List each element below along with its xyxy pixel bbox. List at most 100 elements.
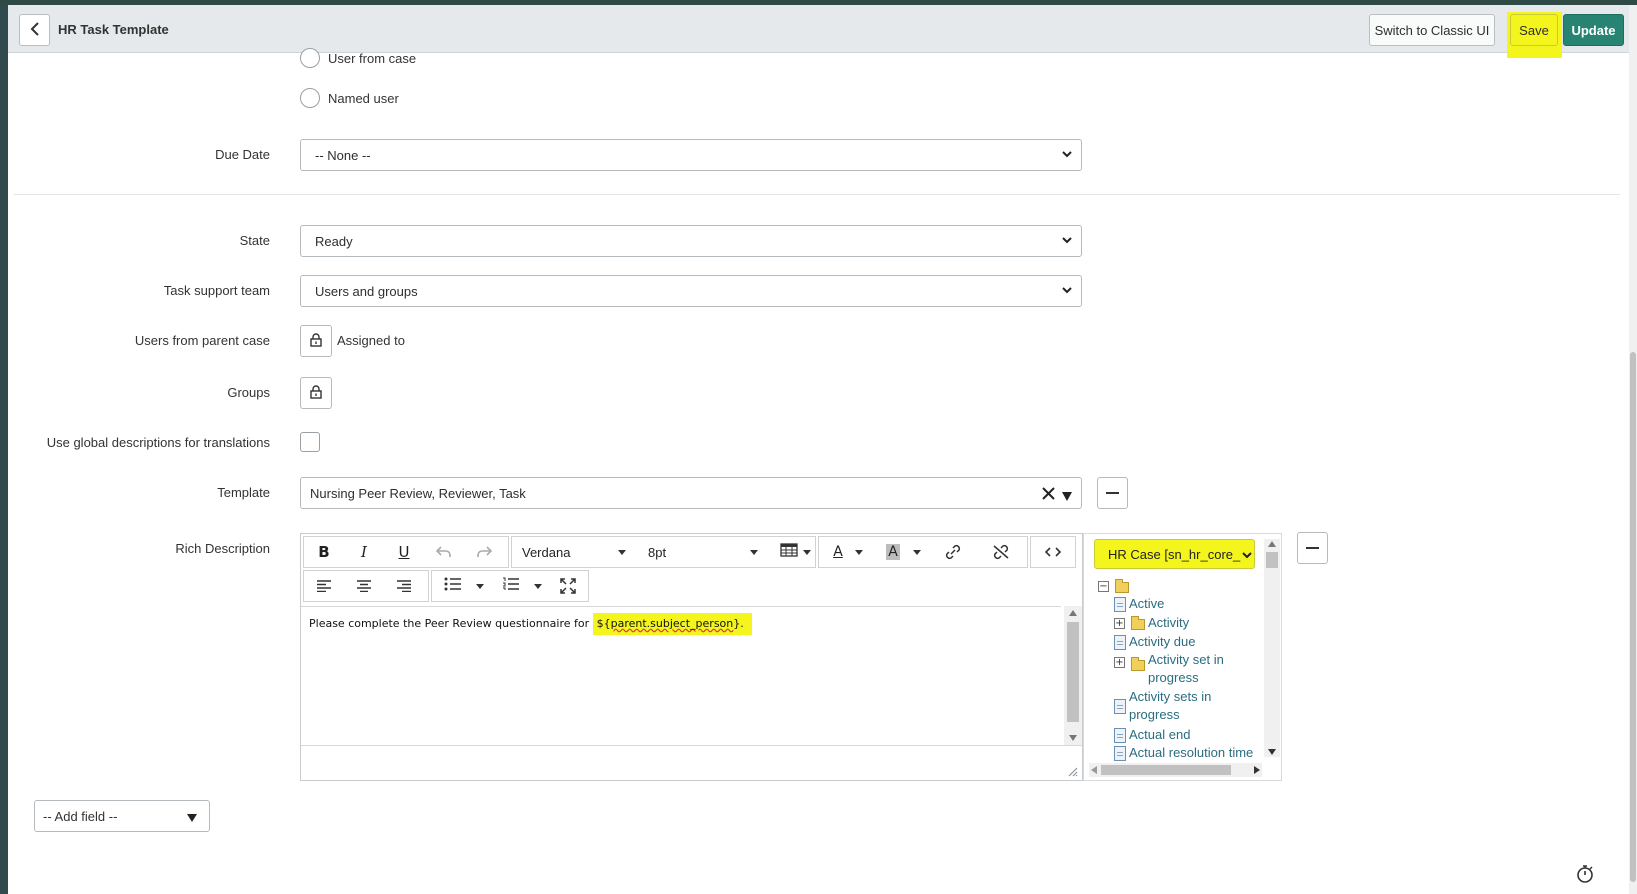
chevron-down-icon xyxy=(1061,284,1073,299)
tree-item-activity-set-in-progress[interactable]: + Activity set in progress xyxy=(1114,651,1254,687)
tree-item-label: Actual end xyxy=(1129,727,1191,742)
italic-button[interactable]: I xyxy=(344,537,384,567)
state-label: State xyxy=(239,233,270,248)
font-size-value: 8pt xyxy=(648,544,667,560)
align-center-icon[interactable] xyxy=(344,571,384,601)
page-title: HR Task Template xyxy=(58,22,169,37)
switch-to-classic-button[interactable]: Switch to Classic UI xyxy=(1369,14,1495,46)
dropdown-triangle-icon[interactable] xyxy=(1062,489,1072,504)
source-code-icon[interactable] xyxy=(1031,537,1075,567)
picker-vertical-scrollbar-thumb[interactable] xyxy=(1266,552,1278,568)
users-from-parent-case-lock-button[interactable] xyxy=(300,325,332,357)
scroll-left-icon[interactable] xyxy=(1091,766,1097,774)
redo-icon[interactable] xyxy=(464,537,504,567)
due-date-select[interactable]: -- None -- xyxy=(300,139,1082,171)
align-right-icon[interactable] xyxy=(384,571,424,601)
expand-icon[interactable]: + xyxy=(1114,618,1125,629)
field-picker: HR Case [sn_hr_core_ − Active + Activity… xyxy=(1083,533,1282,781)
scroll-down-icon[interactable] xyxy=(1268,749,1276,755)
background-color-icon: A xyxy=(886,544,900,560)
table-select[interactable]: HR Case [sn_hr_core_ xyxy=(1094,539,1255,569)
table-button[interactable] xyxy=(764,537,814,567)
back-button[interactable] xyxy=(19,14,50,46)
chevron-left-icon xyxy=(30,21,40,39)
use-global-descriptions-checkbox[interactable] xyxy=(300,432,320,452)
groups-lock-button[interactable] xyxy=(300,377,332,409)
picker-horizontal-scrollbar-thumb[interactable] xyxy=(1101,765,1231,775)
task-support-team-label: Task support team xyxy=(163,283,270,298)
template-collapse-button[interactable] xyxy=(1097,477,1128,509)
bullet-list-button[interactable] xyxy=(432,571,490,601)
radio-user-from-case[interactable]: User from case xyxy=(300,48,416,68)
clear-icon[interactable] xyxy=(1042,487,1055,503)
stopwatch-icon[interactable] xyxy=(1576,864,1594,887)
add-field-select[interactable]: -- Add field -- xyxy=(34,800,210,832)
rich-description-collapse-button[interactable] xyxy=(1297,532,1328,564)
save-button[interactable]: Save xyxy=(1510,14,1558,46)
font-family-select[interactable]: Verdana xyxy=(512,537,638,567)
rich-text-editor[interactable]: B I U Verdana 8pt A A Please complete th… xyxy=(300,533,1083,781)
scroll-up-icon[interactable] xyxy=(1069,610,1077,616)
tree-item-activity-sets-in-progress[interactable]: Activity sets in progress xyxy=(1114,688,1254,724)
token-prefix: ${ xyxy=(596,617,611,630)
folder-icon xyxy=(1131,657,1145,671)
tree-item-active[interactable]: Active xyxy=(1114,595,1164,613)
task-support-team-select[interactable]: Users and groups xyxy=(300,275,1082,307)
font-size-select[interactable]: 8pt xyxy=(638,537,764,567)
editor-scrollbar-thumb[interactable] xyxy=(1067,622,1079,722)
chevron-down-icon xyxy=(1241,549,1253,564)
align-left-icon[interactable] xyxy=(304,571,344,601)
scroll-down-icon[interactable] xyxy=(1069,735,1077,741)
use-global-descriptions-label: Use global descriptions for translations xyxy=(46,435,270,450)
bold-button[interactable]: B xyxy=(304,537,344,567)
tree-item-activity-due[interactable]: Activity due xyxy=(1114,633,1195,651)
tree-item-label: Activity sets in progress xyxy=(1129,689,1212,722)
radio-named-user[interactable]: Named user xyxy=(300,88,399,108)
link-icon[interactable] xyxy=(929,537,977,567)
format-group: B I U xyxy=(303,536,509,568)
numbered-list-button[interactable] xyxy=(490,571,548,601)
form-header: HR Task Template Switch to Classic UI Sa… xyxy=(8,5,1629,58)
field-icon xyxy=(1114,746,1126,761)
expand-icon[interactable]: + xyxy=(1114,657,1125,668)
tree-item-actual-end[interactable]: Actual end xyxy=(1114,726,1190,744)
update-button[interactable]: Update xyxy=(1563,14,1624,46)
list-group xyxy=(431,570,589,602)
template-field[interactable]: Nursing Peer Review, Reviewer, Task xyxy=(300,477,1082,509)
editor-statusbar xyxy=(301,745,1082,780)
state-select[interactable]: Ready xyxy=(300,225,1082,257)
caret-down-icon xyxy=(618,550,626,555)
collapse-icon[interactable]: − xyxy=(1098,581,1109,592)
due-date-value: -- None -- xyxy=(315,147,371,163)
editor-content: Please complete the Peer Review question… xyxy=(309,613,752,635)
picker-vertical-scrollbar[interactable] xyxy=(1264,539,1280,757)
radio-button[interactable] xyxy=(300,48,320,68)
token-suffix: }. xyxy=(733,617,744,630)
radio-button[interactable] xyxy=(300,88,320,108)
table-icon xyxy=(780,543,798,561)
lock-icon xyxy=(310,332,322,350)
scroll-up-icon[interactable] xyxy=(1268,541,1276,547)
editor-body[interactable]: Please complete the Peer Review question… xyxy=(301,606,1061,745)
resize-handle-icon[interactable] xyxy=(1068,767,1078,777)
color-link-group: A A xyxy=(818,536,1028,568)
fullscreen-icon[interactable] xyxy=(548,571,588,601)
due-date-label: Due Date xyxy=(215,147,270,162)
table-select-value: HR Case [sn_hr_core_ xyxy=(1108,546,1241,562)
content-text: Please complete the Peer Review question… xyxy=(309,617,593,630)
unlink-icon[interactable] xyxy=(977,537,1025,567)
caret-down-icon xyxy=(913,550,921,555)
minus-icon xyxy=(1306,547,1319,549)
scroll-right-icon[interactable] xyxy=(1254,766,1260,774)
underline-button[interactable]: U xyxy=(384,537,424,567)
tree-item-label: Activity set in progress xyxy=(1148,652,1224,685)
tree-root[interactable]: − xyxy=(1098,577,1132,593)
page-scrollbar-thumb[interactable] xyxy=(1630,352,1636,882)
background-color-button[interactable]: A xyxy=(869,537,929,567)
tree-item-actual-resolution-time[interactable]: Actual resolution time xyxy=(1114,744,1253,762)
tree-item-label: Actual resolution time xyxy=(1129,745,1254,760)
text-color-button[interactable]: A xyxy=(819,537,869,567)
field-icon xyxy=(1114,728,1126,743)
undo-icon[interactable] xyxy=(424,537,464,567)
tree-item-activity[interactable]: + Activity xyxy=(1114,614,1189,632)
